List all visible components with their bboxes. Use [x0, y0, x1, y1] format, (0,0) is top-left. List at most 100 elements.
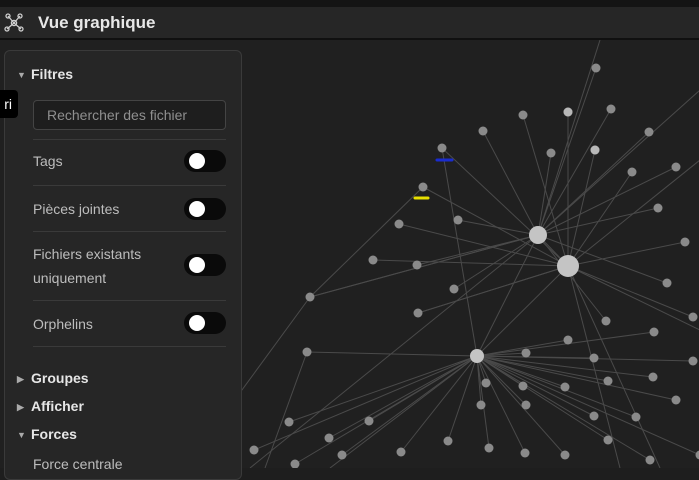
graph-hub-node[interactable] — [470, 349, 484, 363]
toggle-knob — [189, 153, 205, 169]
graph-node[interactable] — [681, 238, 690, 247]
existing-files-toggle[interactable] — [184, 254, 226, 276]
graph-node[interactable] — [649, 373, 658, 382]
graph-link — [448, 356, 477, 441]
orphans-toggle[interactable] — [184, 312, 226, 334]
graph-node[interactable] — [645, 128, 654, 137]
graph-node[interactable] — [522, 349, 531, 358]
graph-node[interactable] — [419, 183, 428, 192]
graph-node[interactable] — [414, 309, 423, 318]
graph-node[interactable] — [590, 412, 599, 421]
graph-node[interactable] — [522, 401, 531, 410]
graph-node[interactable] — [521, 449, 530, 458]
graph-link — [568, 172, 632, 266]
graph-node[interactable] — [338, 451, 347, 460]
graph-node[interactable] — [650, 328, 659, 337]
graph-node[interactable] — [561, 383, 570, 392]
force-central-label: Force centrale — [33, 456, 122, 472]
graph-node[interactable] — [604, 436, 613, 445]
graph-link — [477, 235, 538, 356]
toggle-row-existing-files: Fichiers existants uniquement — [33, 242, 226, 290]
graph-node[interactable] — [628, 168, 637, 177]
graph-hub-node[interactable] — [557, 255, 579, 277]
graph-link — [477, 356, 565, 455]
divider — [33, 185, 226, 186]
graph-link — [329, 356, 477, 438]
graph-link — [454, 235, 538, 289]
graph-node[interactable] — [591, 146, 600, 155]
graph-node[interactable] — [590, 354, 599, 363]
section-groups[interactable]: ▶Groupes — [17, 370, 89, 386]
graph-node[interactable] — [561, 451, 570, 460]
graph-node[interactable] — [413, 261, 422, 270]
divider — [33, 346, 226, 347]
view-header: Vue graphique — [0, 7, 699, 40]
graph-node[interactable] — [519, 111, 528, 120]
view-title: Vue graphique — [38, 13, 155, 33]
graph-link — [477, 356, 676, 400]
graph-node[interactable] — [547, 149, 556, 158]
graph-hub-node[interactable] — [529, 226, 547, 244]
graph-node[interactable] — [482, 379, 491, 388]
section-display[interactable]: ▶Afficher — [17, 398, 84, 414]
chevron-right-icon: ▶ — [17, 402, 31, 413]
search-files-input[interactable] — [33, 100, 226, 130]
graph-node[interactable] — [397, 448, 406, 457]
toggle-knob — [189, 257, 205, 273]
graph-node[interactable] — [646, 456, 655, 465]
graph-node[interactable] — [250, 446, 259, 455]
toggle-knob — [189, 201, 205, 217]
graph-node[interactable] — [592, 64, 601, 73]
toggle-label: Orphelins — [33, 312, 93, 336]
toggle-knob — [189, 315, 205, 331]
graph-node[interactable] — [291, 460, 300, 469]
graph-node[interactable] — [689, 357, 698, 366]
section-forces[interactable]: ▼Forces — [17, 426, 77, 442]
graph-link — [310, 187, 423, 297]
graph-node[interactable] — [689, 313, 698, 322]
graph-link — [538, 90, 699, 235]
graph-link — [568, 266, 693, 317]
section-filters-label: Filtres — [31, 66, 73, 82]
graph-node[interactable] — [602, 317, 611, 326]
attachments-toggle[interactable] — [184, 198, 226, 220]
graph-node[interactable] — [654, 204, 663, 213]
divider — [33, 139, 226, 140]
graph-link — [568, 242, 685, 266]
graph-node[interactable] — [485, 444, 494, 453]
graph-node[interactable] — [450, 285, 459, 294]
chevron-down-icon: ▼ — [17, 70, 31, 80]
graph-node[interactable] — [369, 256, 378, 265]
graph-node[interactable] — [285, 418, 294, 427]
graph-node[interactable] — [438, 144, 447, 153]
tags-toggle[interactable] — [184, 150, 226, 172]
graph-node[interactable] — [306, 293, 315, 302]
toggle-label: Pièces jointes — [33, 197, 119, 221]
graph-node[interactable] — [672, 163, 681, 172]
graph-node[interactable] — [365, 417, 374, 426]
graph-link — [254, 356, 477, 450]
graph-node[interactable] — [519, 382, 528, 391]
section-filters[interactable]: ▼Filtres — [17, 66, 73, 82]
graph-link — [538, 109, 611, 235]
graph-node[interactable] — [604, 377, 613, 386]
section-forces-label: Forces — [31, 426, 77, 442]
graph-node[interactable] — [479, 127, 488, 136]
graph-node[interactable] — [454, 216, 463, 225]
graph-node[interactable] — [477, 401, 486, 410]
graph-node[interactable] — [672, 396, 681, 405]
graph-node[interactable] — [607, 105, 616, 114]
toggle-row-orphans: Orphelins — [33, 312, 226, 336]
graph-node[interactable] — [444, 437, 453, 446]
graph-link — [477, 356, 699, 455]
graph-node[interactable] — [564, 108, 573, 117]
graph-node[interactable] — [663, 279, 672, 288]
graph-icon — [3, 12, 25, 34]
graph-node[interactable] — [632, 413, 641, 422]
graph-node[interactable] — [564, 336, 573, 345]
graph-node[interactable] — [303, 348, 312, 357]
graph-node[interactable] — [325, 434, 334, 443]
graph-node[interactable] — [395, 220, 404, 229]
graph-link — [538, 167, 676, 235]
graph-node[interactable] — [696, 451, 699, 460]
